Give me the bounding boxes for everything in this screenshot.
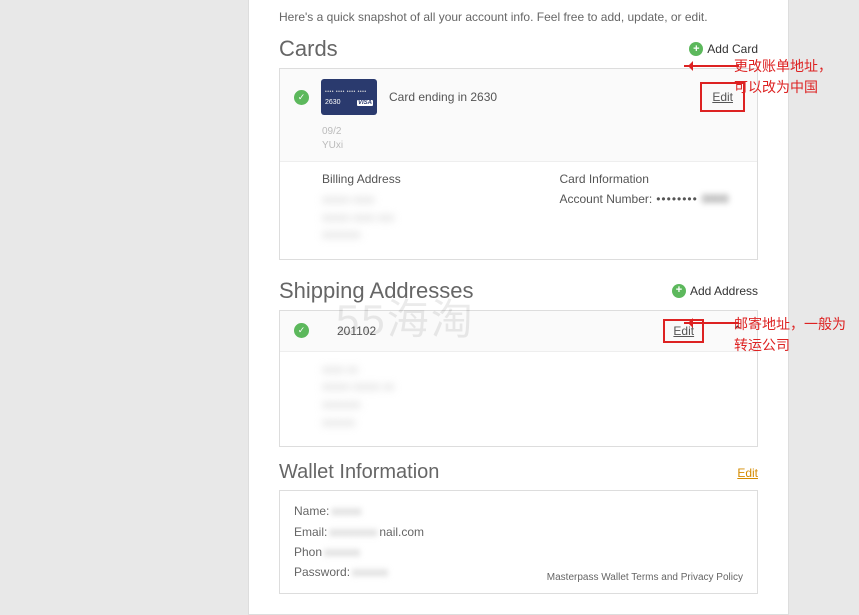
shipping-title: Shipping Addresses xyxy=(279,278,473,304)
card-box: ✓ •••• •••• •••• •••• 2630 VISA Card end… xyxy=(279,68,758,260)
billing-address-value: xxxxx xxxx xxxxx xxxx xxx xxxxxxx xyxy=(322,192,520,245)
address-code: 201102 xyxy=(337,324,376,338)
wallet-legal: Masterpass Wallet Terms and Privacy Poli… xyxy=(547,572,743,583)
cards-header: Cards + Add Card xyxy=(279,36,758,62)
address-details: xxxx xx xxxxx xxxxx xx xxxxxxx xxxxxx xyxy=(280,351,757,446)
wallet-phone-value: xxxxxx xyxy=(324,542,360,562)
wallet-header: Wallet Information Edit xyxy=(279,461,758,484)
wallet-password-value: xxxxxx xyxy=(352,562,388,582)
edit-wallet-link[interactable]: Edit xyxy=(737,466,758,480)
card-row: ✓ •••• •••• •••• •••• 2630 VISA Card end… xyxy=(280,69,757,125)
card-label: Card ending in 2630 xyxy=(389,90,497,104)
visa-icon: VISA xyxy=(357,100,373,106)
arrow-icon xyxy=(684,65,739,67)
cc-strip: •••• •••• •••• •••• xyxy=(325,89,373,95)
check-icon: ✓ xyxy=(294,90,309,105)
wallet-email-suffix: nail.com xyxy=(379,522,424,542)
privacy-link[interactable]: Privacy Policy xyxy=(681,572,743,583)
add-address-label: Add Address xyxy=(690,284,758,298)
card-graphic: •••• •••• •••• •••• 2630 VISA xyxy=(321,79,377,115)
cards-title: Cards xyxy=(279,36,338,62)
legal-and: and xyxy=(659,572,681,583)
account-number-last: 0000 xyxy=(702,192,729,206)
terms-link[interactable]: Terms xyxy=(631,572,658,583)
add-card-button[interactable]: + Add Card xyxy=(689,42,758,56)
wallet-name-value: xxxxx xyxy=(331,501,361,521)
wallet-box: Name: xxxxx Email: xxxxxxxx nail.com Pho… xyxy=(279,490,758,594)
annotation-billing: 更改账单地址， 可以改为中国 xyxy=(734,56,859,98)
account-number-row: Account Number: •••••••• 0000 xyxy=(560,192,758,206)
card-information-title: Card Information xyxy=(560,172,758,186)
wallet-phone-label: Phon xyxy=(294,542,322,562)
card-details: Billing Address xxxxx xxxx xxxxx xxxx xx… xyxy=(280,161,757,259)
billing-address-title: Billing Address xyxy=(322,172,520,186)
wallet-name-label: Name: xyxy=(294,501,329,521)
address-row: ✓ 201102 Edit ⌃ xyxy=(280,311,757,351)
plus-icon: + xyxy=(689,42,703,56)
check-icon: ✓ xyxy=(294,323,309,338)
wallet-title: Wallet Information xyxy=(279,461,439,484)
address-box: ✓ 201102 Edit ⌃ xxxx xx xxxxx xxxxx xx x… xyxy=(279,310,758,447)
legal-prefix: Masterpass Wallet xyxy=(547,572,631,583)
shipping-header: Shipping Addresses + Add Address xyxy=(279,278,758,304)
annotation-shipping: 邮寄地址，一般为 转运公司 xyxy=(734,314,859,356)
wallet-email-blur: xxxxxxxx xyxy=(329,522,377,542)
add-card-label: Add Card xyxy=(707,42,758,56)
wallet-password-label: Password: xyxy=(294,562,350,582)
card-meta: 09/2 YUxi xyxy=(280,125,757,161)
address-value: xxxx xx xxxxx xxxxx xx xxxxxxx xxxxxx xyxy=(322,362,743,432)
cc-last4: 2630 xyxy=(325,99,341,106)
wallet-fields: Name: xxxxx Email: xxxxxxxx nail.com Pho… xyxy=(294,501,424,583)
account-number-label: Account Number: xyxy=(560,192,653,206)
plus-icon: + xyxy=(672,284,686,298)
intro-text: Here's a quick snapshot of all your acco… xyxy=(279,10,758,24)
arrow-icon xyxy=(684,322,739,324)
add-address-button[interactable]: + Add Address xyxy=(672,284,758,298)
wallet-email-label: Email: xyxy=(294,522,327,542)
account-number-mask: •••••••• xyxy=(656,192,698,206)
